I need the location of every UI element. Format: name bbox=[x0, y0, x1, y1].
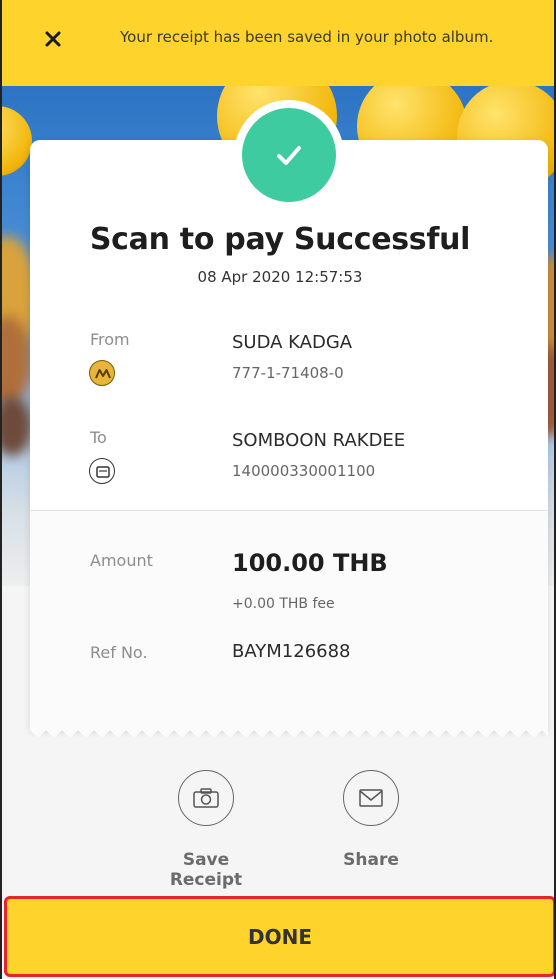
amount-label: Amount bbox=[90, 551, 153, 570]
recipient-name: SOMBOON RAKDEE bbox=[232, 430, 406, 451]
recipient-account: 140000330001100 bbox=[232, 462, 376, 480]
amount-section bbox=[30, 511, 548, 716]
receipt-title: Scan to pay Successful bbox=[89, 222, 471, 257]
notification-bar: Your receipt has been saved in your phot… bbox=[2, 0, 554, 86]
share-label[interactable]: Share bbox=[311, 850, 431, 870]
envelope-icon[interactable] bbox=[343, 770, 399, 826]
save-receipt-label[interactable]: Save Receipt bbox=[146, 850, 266, 890]
receipt-zigzag-edge bbox=[30, 716, 548, 738]
to-label: To bbox=[90, 428, 107, 447]
camera-icon[interactable] bbox=[178, 770, 234, 826]
amount-value: 100.00 THB bbox=[232, 549, 388, 577]
done-label: DONE bbox=[247, 924, 312, 949]
transaction-datetime: 08 Apr 2020 12:57:53 bbox=[197, 268, 363, 286]
notification-message: Your receipt has been saved in your phot… bbox=[120, 28, 494, 46]
ref-label: Ref No. bbox=[90, 643, 148, 662]
checkmark-icon bbox=[242, 108, 336, 202]
wallet-icon bbox=[89, 458, 115, 484]
receipt-screen: Your receipt has been saved in your phot… bbox=[0, 0, 556, 979]
section-divider bbox=[30, 510, 548, 511]
share-action[interactable]: Share bbox=[311, 770, 431, 870]
from-label: From bbox=[90, 330, 130, 349]
success-badge bbox=[234, 100, 344, 210]
sender-name: SUDA KADGA bbox=[232, 332, 353, 353]
sender-account: 777-1-71408-0 bbox=[232, 364, 344, 382]
ref-number: BAYM126688 bbox=[232, 641, 351, 662]
krungsri-bank-icon bbox=[89, 360, 115, 386]
fee-text: +0.00 THB fee bbox=[232, 596, 335, 612]
done-button[interactable]: DONE bbox=[4, 896, 554, 977]
save-receipt-action[interactable]: Save Receipt bbox=[146, 770, 266, 890]
close-icon[interactable] bbox=[38, 24, 68, 54]
